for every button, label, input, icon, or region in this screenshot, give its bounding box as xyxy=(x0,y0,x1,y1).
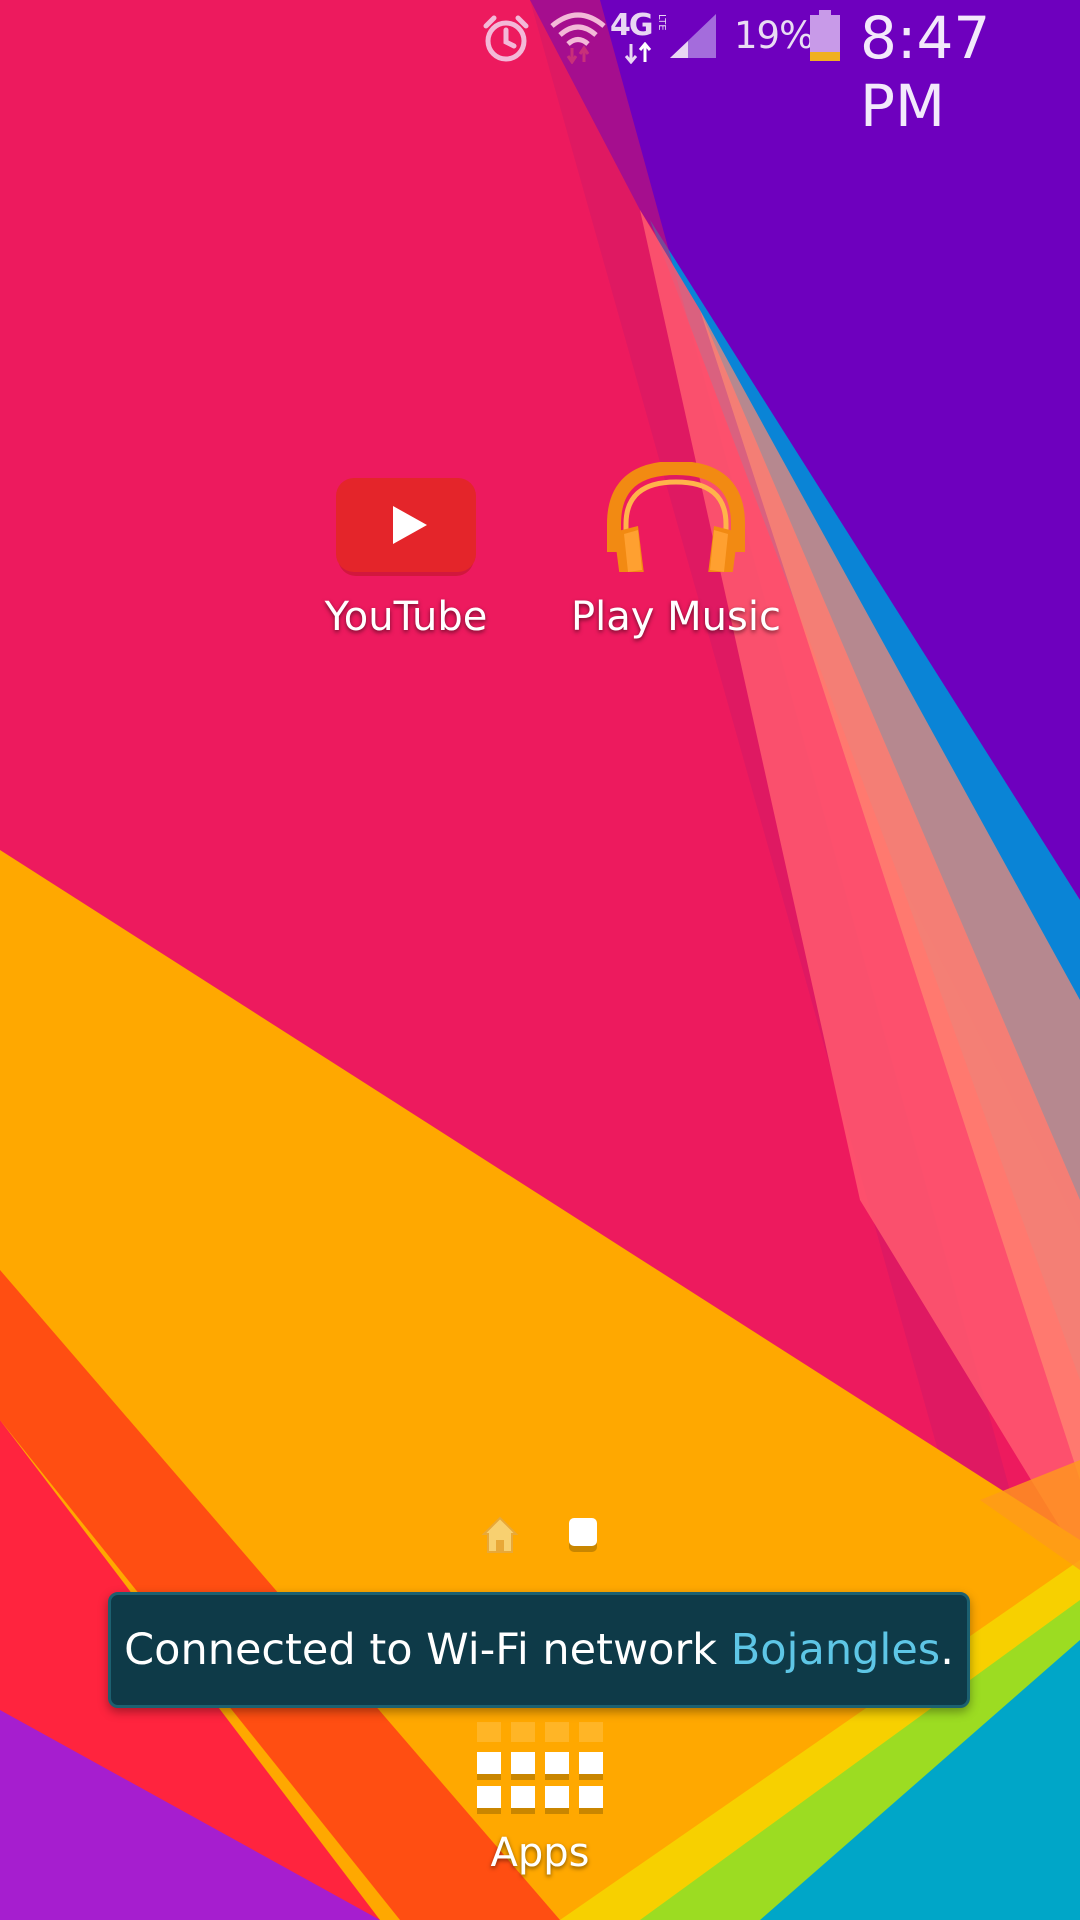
page-dot[interactable] xyxy=(566,1514,600,1558)
battery-icon xyxy=(810,10,840,61)
battery-percent: 19% xyxy=(734,14,814,57)
status-bar[interactable]: 4G LTE 19% 8:47 PM xyxy=(0,0,1080,140)
page-indicators[interactable] xyxy=(474,1510,614,1560)
toast-network-name: Bojangles xyxy=(730,1625,941,1675)
data-arrows-icon xyxy=(624,42,652,64)
youtube-icon xyxy=(336,478,476,576)
home-page-icon[interactable] xyxy=(480,1514,520,1556)
apps-label: Apps xyxy=(490,1830,590,1876)
headphones-icon xyxy=(607,462,745,572)
battery-level-fill xyxy=(810,52,840,61)
signal-icon xyxy=(670,14,716,58)
app-youtube[interactable]: YouTube xyxy=(291,472,521,640)
network-sub-label: LTE xyxy=(656,14,667,31)
clock: 8:47 PM xyxy=(860,4,991,140)
4g-lte-icon: 4G LTE xyxy=(610,8,670,64)
apps-grid-icon xyxy=(477,1722,603,1814)
toast-suffix: . xyxy=(940,1625,954,1675)
wifi-icon xyxy=(550,12,606,64)
app-play-music[interactable]: Play Music xyxy=(561,462,791,640)
home-screen: 4G LTE 19% 8:47 PM YouTube Play Music Ap… xyxy=(0,0,1080,1920)
apps-button[interactable]: Apps xyxy=(440,1720,640,1876)
alarm-icon xyxy=(483,15,529,62)
app-label: YouTube xyxy=(324,594,488,640)
toast-prefix: Connected to Wi-Fi network xyxy=(124,1625,731,1675)
app-label: Play Music xyxy=(571,594,781,640)
network-label: 4G xyxy=(610,8,653,43)
wifi-connected-toast: Connected to Wi-Fi network Bojangles. xyxy=(108,1592,970,1708)
